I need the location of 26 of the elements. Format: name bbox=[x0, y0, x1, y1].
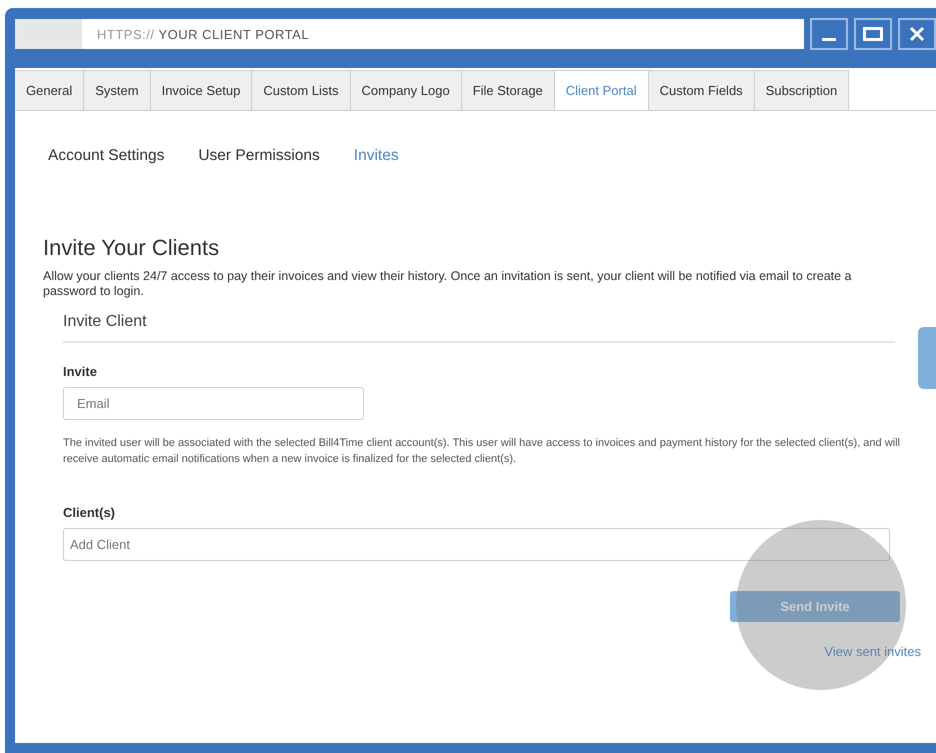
page-description: Allow your clients 24/7 access to pay their invoices and view their history. Once an invitation is sent, your client will be notified via email to create a password to login. bbox=[43, 269, 852, 299]
form-title: Invite Client bbox=[63, 313, 895, 343]
close-icon bbox=[909, 26, 925, 42]
settings-tab[interactable]: Company Logo bbox=[350, 70, 462, 110]
section-tab[interactable]: Account Settings bbox=[48, 147, 164, 165]
field-label: Invite bbox=[63, 364, 98, 379]
settings-tab[interactable]: System bbox=[83, 70, 151, 110]
section-tab[interactable]: User Permissions bbox=[198, 147, 320, 165]
page-title: Invite Your Clients bbox=[43, 235, 220, 261]
settings-tab[interactable]: Invoice Setup bbox=[150, 70, 252, 110]
maximize-icon bbox=[863, 27, 883, 41]
minimize-icon bbox=[822, 38, 836, 40]
settings-tab[interactable]: File Storage bbox=[460, 70, 555, 110]
settings-tab[interactable]: General bbox=[15, 70, 84, 110]
address-bar-block bbox=[15, 19, 82, 49]
client-field[interactable]: Add Client bbox=[63, 528, 890, 561]
settings-tab[interactable]: Custom Lists bbox=[251, 70, 351, 110]
section-tab[interactable]: Invites bbox=[354, 147, 399, 165]
settings-tab[interactable]: Subscription bbox=[754, 70, 850, 110]
help-text: The invited user will be associated with the selected Bill4Time client account(s). This user will have access to invoices and payment history for the selected client(s), and will receive automatic email notifications when a new invoice is finalized for the selected client(s). bbox=[63, 436, 900, 467]
email-field[interactable]: Email bbox=[63, 387, 364, 420]
maximize-button[interactable] bbox=[854, 18, 892, 50]
field-label: Client(s) bbox=[63, 505, 116, 520]
settings-tab[interactable]: Custom Fields bbox=[648, 70, 755, 110]
close-button[interactable] bbox=[898, 18, 936, 50]
minimize-button[interactable] bbox=[810, 18, 848, 50]
